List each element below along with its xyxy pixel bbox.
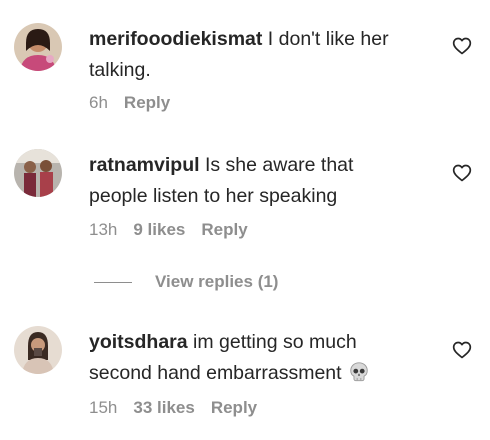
comment-time: 15h — [89, 398, 118, 417]
comment-time: 6h — [89, 93, 108, 112]
like-heart-icon[interactable] — [452, 163, 472, 183]
comment-meta: 6h Reply — [89, 93, 170, 113]
reply-button[interactable]: Reply — [211, 398, 257, 418]
comment-body: yoitsdhara im getting so much second han… — [89, 327, 434, 389]
skull-emoji — [348, 361, 370, 383]
reply-button[interactable]: Reply — [124, 93, 170, 113]
reply-button[interactable]: Reply — [201, 220, 247, 240]
avatar[interactable] — [14, 149, 62, 197]
replies-divider — [94, 282, 132, 283]
avatar-image — [14, 326, 62, 374]
like-heart-icon[interactable] — [452, 340, 472, 360]
avatar[interactable] — [14, 23, 62, 71]
comment-text: im getting so much — [187, 331, 357, 353]
like-heart-icon[interactable] — [452, 36, 472, 56]
comment-text-cont: second hand embarrassment — [89, 362, 342, 384]
comment-username[interactable]: yoitsdhara — [89, 331, 188, 353]
comment-username[interactable]: merifooodiekismat — [89, 28, 262, 50]
avatar[interactable] — [14, 326, 62, 374]
comment-body: merifooodiekismat I don't like her talki… — [89, 24, 434, 86]
likes-count[interactable]: 33 likes — [133, 398, 194, 418]
avatar-image — [14, 149, 62, 197]
comment-text: Is she aware that — [199, 154, 354, 176]
comment-body: ratnamvipul Is she aware that people lis… — [89, 150, 434, 212]
comment-text-cont: talking. — [89, 59, 151, 81]
comment-username[interactable]: ratnamvipul — [89, 154, 200, 176]
comment-meta: 13h 9 likes Reply — [89, 220, 248, 240]
view-replies-button[interactable]: View replies (1) — [155, 272, 278, 292]
comment-meta: 15h 33 likes Reply — [89, 398, 257, 418]
comment-text-cont: people listen to her speaking — [89, 185, 338, 207]
comment-text: I don't like her — [262, 28, 389, 50]
likes-count[interactable]: 9 likes — [133, 220, 185, 240]
avatar-image — [14, 23, 62, 71]
comment-time: 13h — [89, 220, 118, 239]
view-replies-row[interactable]: View replies (1) — [0, 270, 490, 296]
